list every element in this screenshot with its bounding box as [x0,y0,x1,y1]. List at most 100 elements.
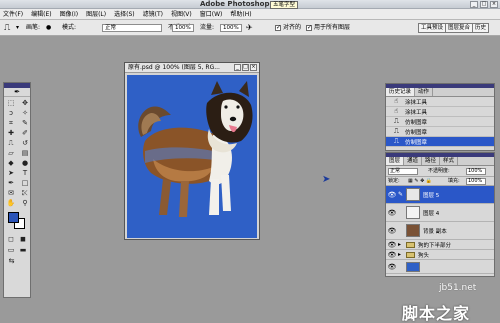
menu-filter[interactable]: 滤镜(T) [143,9,163,20]
history-item[interactable]: ⎍ 仿制图章 [386,127,494,137]
ime-tooltip: 五笔字型 [270,1,299,9]
expand-triangle-icon[interactable]: ▸ [398,241,406,248]
expand-triangle-icon[interactable]: ▸ [398,251,406,258]
image-canvas[interactable] [127,75,257,238]
hand-tool-icon[interactable]: ✋ [5,199,17,208]
layer-row[interactable]: 👁 [386,260,494,274]
tab-channels[interactable]: 通道 [404,157,423,165]
eye-icon[interactable]: 👁 [386,191,398,199]
opacity-field[interactable]: 100% [172,24,194,32]
blur-tool-icon[interactable]: ◆ [5,159,17,168]
layer-row-selected[interactable]: 👁 ✎ 图层 5 [386,186,494,204]
brush-preview[interactable]: ● [46,20,51,36]
dodge-tool-icon[interactable]: ● [19,159,31,168]
path-selection-tool-icon[interactable]: ➤ [5,169,17,178]
menu-window[interactable]: 窗口(W) [200,9,223,20]
mouse-cursor-icon: ➤ [322,174,331,185]
screen-mode-full-icon[interactable]: ▬ [18,246,28,255]
layers-palette: 图层 通道 路径 样式 正常 不透明度: 100% 锁定: ▦ ✎ ✥ 🔒 填充… [385,152,495,277]
clone-stamp-tool-icon[interactable]: ⎍ [5,139,17,148]
folder-icon [406,251,415,258]
tool-preset-chevron-icon[interactable]: ▾ [16,20,19,36]
layer-thumbnail [406,224,420,237]
tab-layers[interactable]: 图层 [386,157,405,165]
smudge-icon: ☝ [394,97,399,105]
menu-select[interactable]: 选择(S) [114,9,135,20]
airbrush-icon[interactable]: ✈ [246,20,253,36]
clone-stamp-icon[interactable]: ⎍ [4,20,10,36]
screen-mode-standard-icon[interactable]: ▭ [6,246,16,255]
healing-brush-tool-icon[interactable]: ✚ [5,129,17,138]
history-item[interactable]: ☝ 涂抹工具 [386,107,494,117]
pen-tool-icon[interactable]: ✒ [5,179,17,188]
layer-row[interactable]: 👁 背景 副本 [386,222,494,240]
history-item-selected[interactable]: ⎍ 仿制图章 [386,137,494,147]
aligned-checkbox[interactable] [275,24,281,31]
move-tool-icon[interactable]: ✥ [19,99,31,108]
layer-comps-button[interactable]: 图层复合 [445,23,474,33]
eye-icon[interactable]: 👁 [386,209,398,217]
slice-tool-icon[interactable]: ✎ [19,119,31,128]
layer-row[interactable]: 👁 图层 4 [386,204,494,222]
all-layers-label: 用于所有图层 [314,24,351,31]
type-tool-icon[interactable]: T [19,169,31,178]
history-item[interactable]: ☝ 涂抹工具 [386,97,494,107]
history-button[interactable]: 历史 [472,23,490,33]
layer-group-row[interactable]: 👁 ▸ 狗的下半部分 [386,240,494,250]
history-item[interactable]: ⎍ 仿制图章 [386,117,494,127]
tab-styles[interactable]: 样式 [440,157,459,165]
zoom-tool-icon[interactable]: ⚲ [19,199,31,208]
tab-history[interactable]: 历史记录 [386,88,416,96]
maximize-button[interactable]: □ [480,1,488,8]
lock-icons[interactable]: ▦ ✎ ✥ 🔒 [408,177,432,186]
notes-tool-icon[interactable]: ✉ [5,189,17,198]
eraser-tool-icon[interactable]: ▱ [5,149,17,158]
mode-select[interactable]: 正常 [102,24,162,32]
crop-tool-icon[interactable]: ⌗ [5,119,17,128]
tab-paths[interactable]: 路径 [422,157,441,165]
menu-edit[interactable]: 编辑(E) [31,9,51,20]
quick-mask-mode-icon[interactable]: ◼ [18,235,28,244]
lasso-tool-icon[interactable]: ↄ [5,109,17,118]
marquee-tool-icon[interactable]: ⬚ [5,99,17,108]
brush-tool-icon[interactable]: ✐ [19,129,31,138]
folder-icon [406,241,415,248]
foreground-color-swatch[interactable] [8,212,19,223]
doc-maximize-button[interactable]: □ [242,64,249,71]
options-bar: ⎍ ▾ 画笔: ● 模式: 正常 不透明度: 100% 流量: 100% ✈ 对… [0,20,500,36]
layer-thumbnail [406,206,420,219]
clone-stamp-icon: ⎍ [394,117,399,125]
blend-mode-select[interactable]: 正常 [388,168,418,175]
flow-field[interactable]: 100% [220,24,242,32]
menu-layer[interactable]: 图层(L) [86,9,106,20]
gradient-tool-icon[interactable]: ▤ [19,149,31,158]
tab-actions[interactable]: 动作 [415,88,434,96]
layer-opacity-field[interactable]: 100% [466,168,486,175]
standard-mode-icon[interactable]: ◻ [6,235,16,244]
minimize-button[interactable]: _ [470,1,478,8]
fill-field[interactable]: 100% [466,178,486,185]
document-controls: _ □ × [234,64,257,71]
close-button[interactable]: × [490,1,498,8]
layer-name: 图层 4 [423,210,440,217]
menu-help[interactable]: 帮助(H) [230,9,251,20]
doc-minimize-button[interactable]: _ [234,64,241,71]
menu-view[interactable]: 视图(V) [171,9,192,20]
magic-wand-tool-icon[interactable]: ✧ [19,109,31,118]
menu-file[interactable]: 文件(F) [3,9,23,20]
menu-bar: 文件(F) 编辑(E) 图像(I) 图层(L) 选择(S) 滤镜(T) 视图(V… [0,9,500,20]
doc-close-button[interactable]: × [250,64,257,71]
eye-icon[interactable]: 👁 [386,241,398,249]
layer-group-row[interactable]: 👁 ▸ 狗头 [386,250,494,260]
eye-icon[interactable]: 👁 [386,263,398,271]
menu-image[interactable]: 图像(I) [60,9,78,20]
jump-to-imageready-icon[interactable]: ⇆ [6,257,17,266]
tool-presets-button[interactable]: 工具预设 [418,23,447,33]
all-layers-checkbox[interactable] [306,24,312,31]
eyedropper-tool-icon[interactable]: ⤪ [19,189,31,198]
document-titlebar[interactable]: 原有.psd @ 100% (图层 5, RG... _ □ × [125,63,259,73]
history-brush-tool-icon[interactable]: ↺ [19,139,31,148]
eye-icon[interactable]: 👁 [386,227,398,235]
eye-icon[interactable]: 👁 [386,251,398,259]
shape-tool-icon[interactable]: □ [19,179,31,188]
